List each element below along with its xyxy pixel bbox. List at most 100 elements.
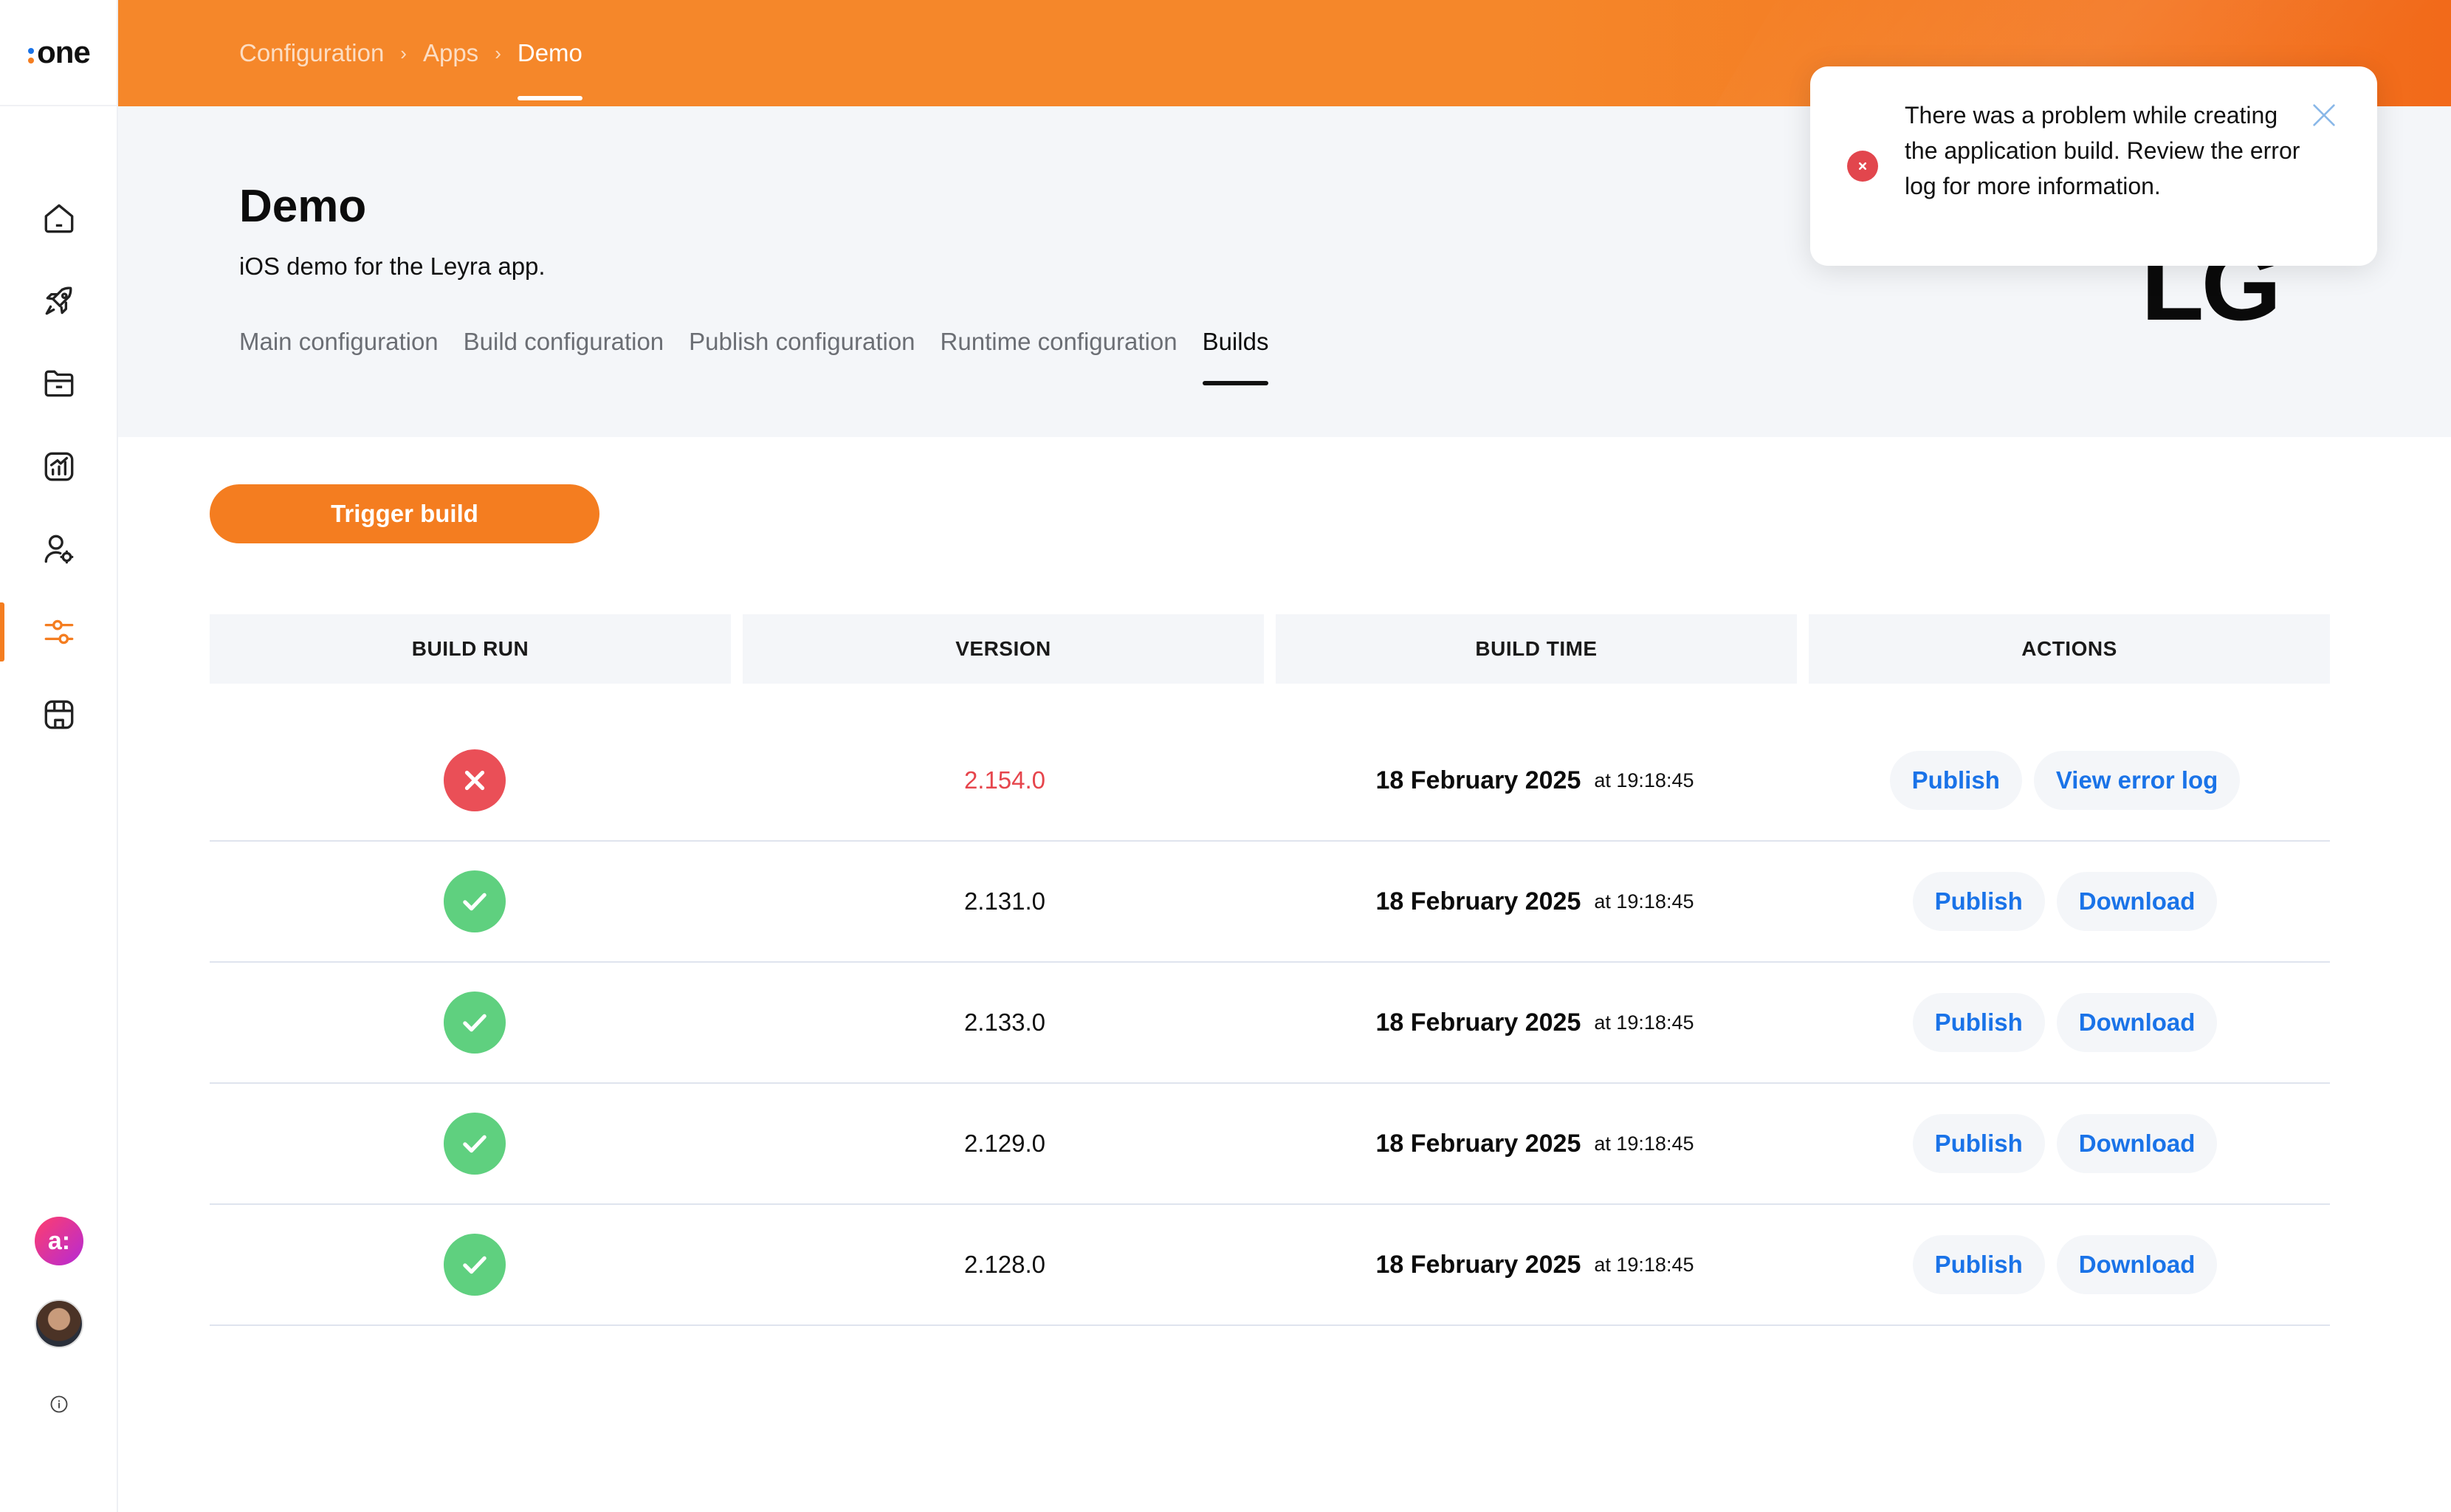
breadcrumb-configuration[interactable]: Configuration [239,39,384,67]
tab-runtime-configuration[interactable]: Runtime configuration [941,328,1178,385]
column-header-version: VERSION [743,614,1264,684]
config-tabs: Main configuration Build configuration P… [239,328,1268,385]
column-header-actions: ACTIONS [1809,614,2330,684]
chevron-right-icon: › [495,41,501,64]
home-icon [44,204,74,233]
close-icon[interactable] [2309,100,2339,130]
sidebar-item-analytics[interactable] [0,431,118,502]
sidebar-item-users[interactable] [0,514,118,585]
view-error-log-button[interactable]: View error log [2033,751,2241,810]
sidebar-item-store[interactable] [0,679,118,750]
sliders-icon [44,619,74,645]
actions-cell: Publish Download [1800,872,2330,931]
actions-cell: Publish Download [1800,1114,2330,1173]
build-date: 18 February 2025 [1375,766,1581,794]
build-run-cell [210,749,740,811]
publish-button[interactable]: Publish [1912,872,2045,931]
error-toast: There was a problem while creating the a… [1810,66,2377,266]
build-date: 18 February 2025 [1375,1129,1581,1158]
help-button[interactable] [0,1389,118,1419]
app-logo[interactable]: one [0,0,118,106]
actions-cell: Publish View error log [1800,751,2330,810]
publish-button[interactable]: Publish [1912,1235,2045,1294]
build-time-cell: 18 February 2025 at 19:18:45 [1270,1008,1800,1037]
publish-button[interactable]: Publish [1912,993,2045,1052]
error-icon [1847,151,1878,182]
table-row: 2.154.0 18 February 2025 at 19:18:45 Pub… [210,721,2330,842]
info-icon [50,1395,68,1413]
build-time: at 19:18:45 [1594,1253,1694,1276]
assistant-button[interactable]: a: [0,1215,118,1267]
download-button[interactable]: Download [2056,1114,2218,1173]
publish-button[interactable]: Publish [1912,1114,2045,1173]
build-time-cell: 18 February 2025 at 19:18:45 [1270,766,1800,795]
rocket-icon [45,286,72,315]
folder-icon [44,370,74,397]
sidebar-item-configuration[interactable] [0,597,118,667]
column-header-build-time: BUILD TIME [1276,614,1797,684]
sidebar-item-home[interactable] [0,183,118,254]
breadcrumb: Configuration › Apps › Demo [239,0,582,106]
sidebar-item-files[interactable] [0,348,118,419]
build-time: at 19:18:45 [1594,890,1694,913]
table-row: 2.131.0 18 February 2025 at 19:18:45 Pub… [210,842,2330,963]
chevron-right-icon: › [400,41,407,64]
sidebar: one a: [0,0,118,1512]
avatar [35,1299,83,1348]
download-button[interactable]: Download [2056,872,2218,931]
tab-builds[interactable]: Builds [1202,328,1268,385]
breadcrumb-apps[interactable]: Apps [423,39,478,67]
version-text: 2.154.0 [963,766,1046,794]
builds-table-header: BUILD RUN VERSION BUILD TIME ACTIONS [210,614,2330,684]
download-button[interactable]: Download [2056,993,2218,1052]
analytics-icon [44,452,74,481]
build-run-cell [210,992,740,1054]
user-settings-icon [44,535,74,564]
store-icon [44,700,74,729]
version-text: 2.128.0 [963,1251,1046,1278]
toast-message: There was a problem while creating the a… [1905,102,2300,199]
table-row: 2.128.0 18 February 2025 at 19:18:45 Pub… [210,1205,2330,1326]
build-run-cell [210,1234,740,1296]
version-cell: 2.129.0 [740,1130,1270,1158]
builds-table-body: 2.154.0 18 February 2025 at 19:18:45 Pub… [210,721,2330,1326]
build-time: at 19:18:45 [1594,1132,1694,1155]
version-text: 2.131.0 [963,887,1046,915]
version-text: 2.133.0 [963,1008,1046,1036]
build-time: at 19:18:45 [1594,769,1694,791]
build-time-cell: 18 February 2025 at 19:18:45 [1270,1130,1800,1158]
build-run-cell [210,870,740,932]
success-status-icon [444,1113,506,1175]
build-date: 18 February 2025 [1375,887,1581,915]
tab-main-configuration[interactable]: Main configuration [239,328,439,385]
build-time-cell: 18 February 2025 at 19:18:45 [1270,1251,1800,1279]
publish-button[interactable]: Publish [1889,751,2022,810]
version-cell: 2.133.0 [740,1008,1270,1037]
tab-build-configuration[interactable]: Build configuration [464,328,664,385]
table-row: 2.133.0 18 February 2025 at 19:18:45 Pub… [210,963,2330,1084]
actions-cell: Publish Download [1800,993,2330,1052]
success-status-icon [444,1234,506,1296]
build-run-cell [210,1113,740,1175]
actions-cell: Publish Download [1800,1235,2330,1294]
success-status-icon [444,870,506,932]
page-description: iOS demo for the Leyra app. [239,252,546,280]
page-title: Demo [239,181,367,232]
build-date: 18 February 2025 [1375,1008,1581,1037]
column-header-build-run: BUILD RUN [210,614,731,684]
logo-dots [28,47,35,63]
user-avatar-button[interactable] [0,1298,118,1350]
version-cell: 2.131.0 [740,887,1270,915]
download-button[interactable]: Download [2056,1235,2218,1294]
build-time: at 19:18:45 [1594,1011,1694,1034]
logo-text: one [37,35,91,69]
success-status-icon [444,992,506,1054]
assistant-icon: a: [35,1217,83,1265]
breadcrumb-demo[interactable]: Demo [517,0,582,106]
version-cell: 2.154.0 [740,766,1270,794]
table-row: 2.129.0 18 February 2025 at 19:18:45 Pub… [210,1084,2330,1205]
version-cell: 2.128.0 [740,1251,1270,1279]
tab-publish-configuration[interactable]: Publish configuration [689,328,915,385]
sidebar-item-deploy[interactable] [0,266,118,337]
trigger-build-button[interactable]: Trigger build [210,484,599,543]
